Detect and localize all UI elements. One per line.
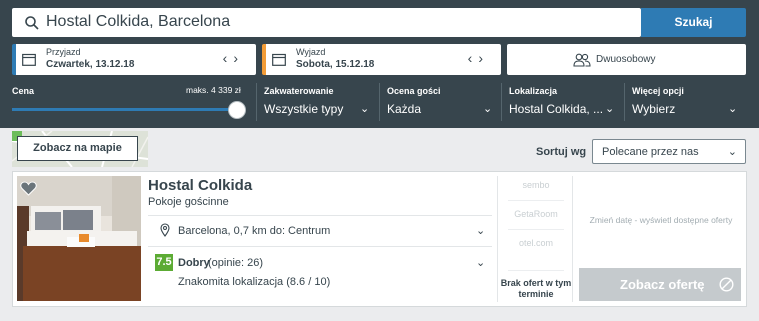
chevron-down-icon[interactable]: ⌄ (360, 102, 369, 115)
change-date-hint: Zmień datę - wyświetl dostępne oferty (589, 215, 733, 225)
next-day-icon[interactable]: › (478, 50, 489, 66)
price-slider-handle[interactable] (228, 101, 246, 119)
price-slider-track[interactable] (12, 108, 236, 111)
no-offers-message: Brak ofert w tym terminie (500, 278, 572, 299)
checkin-date-picker[interactable]: Przyjazd Czwartek, 13.12.18 ‹› (12, 44, 256, 75)
provider-divider (508, 229, 564, 230)
checkin-nav-arrows[interactable]: ‹› (223, 50, 244, 66)
location-filter-label: Lokalizacja (509, 86, 558, 96)
rating-detail: Znakomita lokalizacja (8.6 / 10) (178, 276, 331, 288)
location-filter-value[interactable]: Hostal Colkida, ... (509, 102, 603, 116)
rating-score-badge: 7.5 (155, 254, 173, 271)
hotel-name[interactable]: Hostal Colkida (148, 177, 252, 194)
chevron-down-icon[interactable]: ⌄ (483, 102, 492, 115)
price-max-label: maks. 4 339 zł (186, 85, 241, 95)
checkin-value: Czwartek, 13.12.18 (46, 59, 135, 70)
filter-divider (501, 83, 502, 121)
row-divider (148, 215, 492, 216)
chevron-down-icon[interactable]: ⌄ (476, 256, 485, 269)
checkout-value: Sobota, 15.12.18 (296, 59, 375, 70)
location-pin-icon (160, 223, 170, 237)
provider-item: otel.com (518, 238, 553, 248)
chevron-down-icon: ⌄ (727, 146, 737, 158)
accommodation-filter-value[interactable]: Wszystkie typy (264, 102, 343, 116)
unavailable-icon (719, 277, 734, 292)
provider-list: sembo GetaRoom otel.com Brak ofert w tym… (497, 176, 573, 302)
show-on-map-button[interactable]: Zobacz na mapie (17, 136, 138, 161)
prev-day-icon[interactable]: ‹ (468, 50, 479, 66)
guest-rating-filter-label: Ocena gości (387, 86, 441, 96)
filter-divider (624, 83, 625, 121)
more-options-filter-value[interactable]: Wybierz (632, 102, 675, 116)
view-offer-label: Zobacz ofertę (620, 277, 705, 292)
search-button[interactable]: Szukaj (641, 8, 746, 37)
search-query: Hostal Colkida, Barcelona (46, 13, 231, 30)
filter-divider (379, 83, 380, 121)
next-day-icon[interactable]: › (233, 50, 244, 66)
search-icon (25, 16, 39, 30)
checkout-nav-arrows[interactable]: ‹› (468, 50, 489, 66)
room-type-selector[interactable]: Dwuosobowy (507, 44, 746, 75)
calendar-icon (272, 53, 286, 66)
checkin-label: Przyjazd (46, 47, 81, 57)
sort-select[interactable]: Polecane przez nas ⌄ (592, 139, 746, 164)
room-type-label: Dwuosobowy (596, 54, 656, 65)
provider-divider (508, 200, 564, 201)
heart-icon[interactable] (20, 181, 37, 196)
chevron-down-icon[interactable]: ⌄ (728, 102, 737, 115)
prev-day-icon[interactable]: ‹ (223, 50, 234, 66)
guest-rating-filter-value[interactable]: Każda (387, 102, 421, 116)
rating-word: Dobry (178, 257, 210, 269)
calendar-icon (22, 53, 36, 66)
filter-divider (256, 83, 257, 121)
provider-item: GetaRoom (514, 209, 558, 219)
more-options-filter-label: Więcej opcji (632, 86, 684, 96)
price-filter-label: Cena (12, 86, 35, 96)
checkout-label: Wyjazd (296, 47, 326, 57)
people-icon (573, 53, 591, 67)
checkout-date-picker[interactable]: Wyjazd Sobota, 15.12.18 ‹› (262, 44, 501, 75)
view-offer-button[interactable]: Zobacz ofertę (579, 268, 741, 301)
hotel-location: Barcelona, 0,7 km do: Centrum (178, 225, 331, 237)
provider-divider (508, 270, 564, 271)
search-input[interactable]: Hostal Colkida, Barcelona (12, 8, 641, 37)
rating-count: (opinie: 26) (208, 257, 264, 269)
sort-label: Sortuj wg (536, 146, 587, 158)
chevron-down-icon[interactable]: ⌄ (476, 224, 485, 237)
provider-item: sembo (522, 180, 550, 190)
chevron-down-icon[interactable]: ⌄ (605, 102, 614, 115)
sort-value: Polecane przez nas (602, 146, 699, 158)
row-divider (148, 246, 492, 247)
hotel-type: Pokoje gościnne (148, 196, 229, 208)
accommodation-filter-label: Zakwaterowanie (264, 86, 334, 96)
